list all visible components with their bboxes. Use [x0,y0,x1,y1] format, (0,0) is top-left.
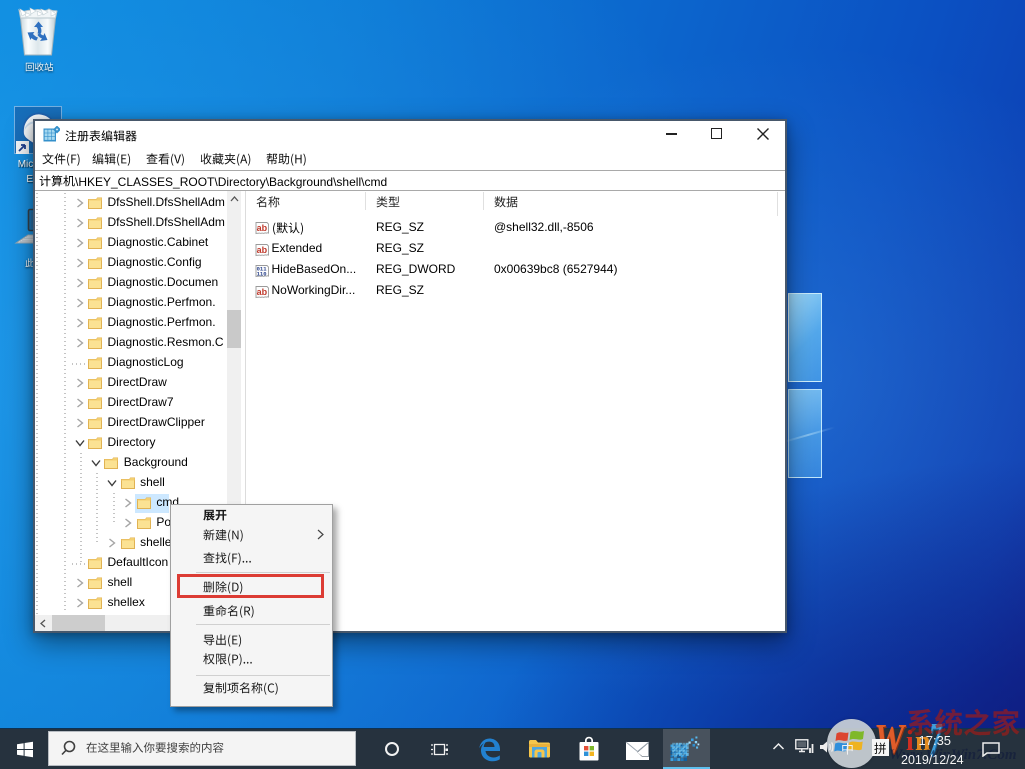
svg-text:ab: ab [257,223,268,233]
svg-text:ab: ab [257,244,268,254]
svg-text:110: 110 [257,270,267,277]
svg-text:ab: ab [257,286,268,296]
